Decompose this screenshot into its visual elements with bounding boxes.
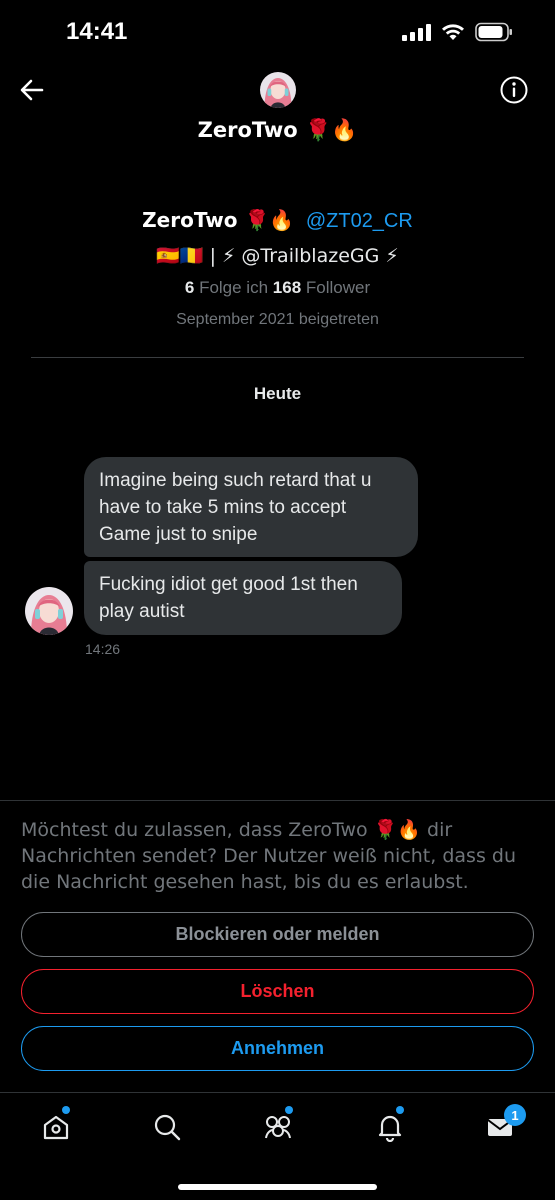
tab-search[interactable] xyxy=(147,1107,187,1147)
notifications-unread-dot xyxy=(396,1106,404,1114)
accept-button[interactable]: Annehmen xyxy=(21,1026,534,1071)
message-bubble[interactable]: Fucking idiot get good 1st then play aut… xyxy=(84,561,402,635)
day-label: Heute xyxy=(253,384,302,403)
communities-unread-dot xyxy=(285,1106,293,1114)
block-or-report-button[interactable]: Blockieren oder melden xyxy=(21,912,534,957)
delete-button[interactable]: Löschen xyxy=(21,969,534,1014)
request-prompt: Möchtest du zulassen, dass ZeroTwo 🌹🔥 di… xyxy=(21,819,516,893)
wifi-icon xyxy=(442,24,464,40)
profile-summary: ZeroTwo 🌹🔥 @ZT02_CR 🇪🇸🇷🇴 | ⚡ @Trailblaze… xyxy=(0,205,555,333)
tab-communities[interactable] xyxy=(258,1107,298,1147)
followers-count: 168 xyxy=(272,278,302,297)
dm-request-screen: 14:41 ZeroTwo 🌹🔥 ZeroTwo 🌹🔥 @ZT02_CR 🇪🇸🇷… xyxy=(0,0,555,1200)
messages-badge: 1 xyxy=(504,1104,526,1126)
following-label: Folge ich xyxy=(199,278,269,297)
info-icon xyxy=(500,76,528,104)
status-time: 14:41 xyxy=(66,18,128,45)
arrow-left-icon xyxy=(20,79,44,101)
profile-handle[interactable]: @ZT02_CR xyxy=(306,210,413,232)
home-indicator xyxy=(178,1184,377,1190)
message-request-panel: Möchtest du zulassen, dass ZeroTwo 🌹🔥 di… xyxy=(0,800,555,1093)
profile-stats: 6 Folge ich 168 Follower xyxy=(0,275,555,301)
message-bubble[interactable]: Imagine being such retard that u have to… xyxy=(84,457,418,557)
status-icons xyxy=(402,22,513,42)
following-count: 6 xyxy=(184,278,195,297)
info-button[interactable] xyxy=(499,75,529,105)
cellular-signal-icon xyxy=(402,23,431,41)
profile-name-row: ZeroTwo 🌹🔥 @ZT02_CR xyxy=(0,205,555,235)
search-icon xyxy=(154,1114,181,1141)
conversation-header: ZeroTwo 🌹🔥 xyxy=(0,66,555,166)
sender-avatar[interactable] xyxy=(25,587,73,635)
message-timestamp: 14:26 xyxy=(85,641,121,657)
battery-icon xyxy=(475,22,512,42)
home-icon xyxy=(43,1115,69,1140)
avatar-image xyxy=(260,72,296,108)
followers-label: Follower xyxy=(305,278,371,297)
bottom-tab-bar: 1 xyxy=(0,1092,555,1200)
communities-icon xyxy=(265,1116,291,1139)
header-avatar[interactable] xyxy=(260,72,296,108)
joined-date: September 2021 beigetreten xyxy=(176,311,379,328)
profile-bio: 🇪🇸🇷🇴 | ⚡ @TrailblazeGG ⚡ xyxy=(156,245,399,267)
tab-notifications[interactable] xyxy=(370,1107,410,1147)
home-unread-dot xyxy=(62,1106,70,1114)
back-button[interactable] xyxy=(16,74,48,106)
profile-name[interactable]: ZeroTwo 🌹🔥 xyxy=(142,208,294,232)
avatar-image xyxy=(25,587,73,635)
bell-icon xyxy=(378,1115,402,1142)
status-bar: 14:41 xyxy=(0,0,555,66)
header-title[interactable]: ZeroTwo 🌹🔥 xyxy=(0,118,555,143)
tab-home[interactable] xyxy=(36,1107,76,1147)
divider xyxy=(31,357,524,358)
